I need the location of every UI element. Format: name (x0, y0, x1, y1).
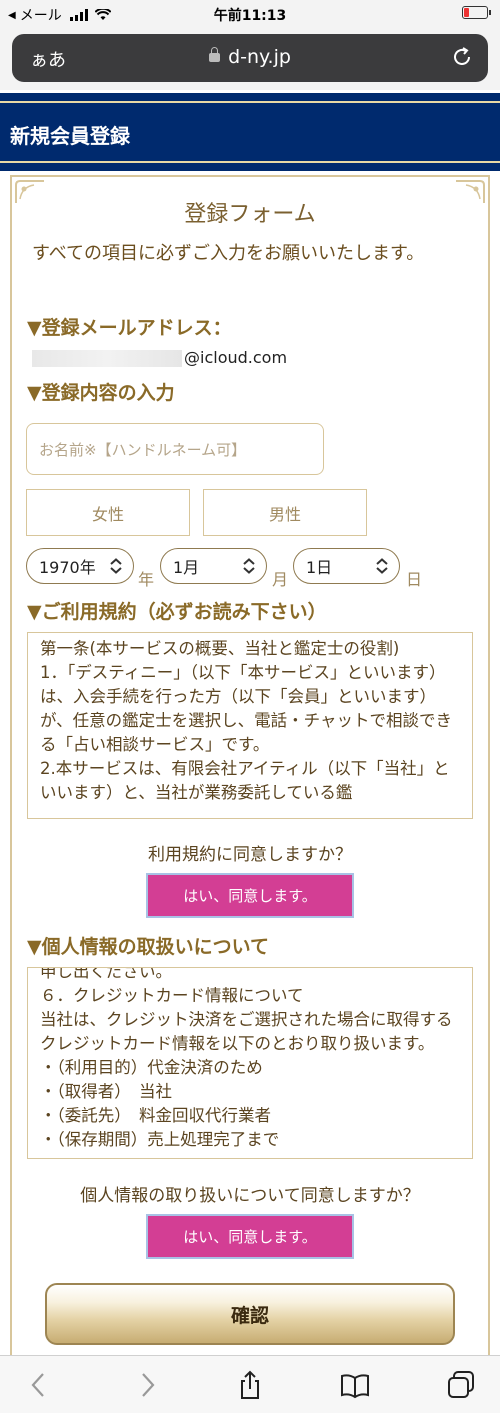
email-suffix: @icloud.com (184, 348, 288, 367)
privacy-line: ６．クレジットカード情報について (40, 986, 304, 1005)
terms-section-heading: ▼ご利用規約（必ずお読み下さい） (27, 601, 327, 623)
terms-agree-button[interactable]: はい、同意します。 (146, 873, 354, 918)
year-unit-label: 年 (138, 570, 155, 589)
reload-icon[interactable] (450, 45, 474, 69)
site-header: 新規会員登録 (0, 93, 500, 171)
month-unit-label: 月 (272, 570, 289, 589)
forward-icon[interactable] (132, 1370, 162, 1400)
select-chevron-icon (243, 558, 255, 574)
privacy-line: 申し出ください。 (40, 967, 172, 981)
privacy-textbox[interactable]: 申し出ください。 ６．クレジットカード情報について 当社は、クレジット決済をご選… (27, 967, 473, 1159)
privacy-line: ・（利用目的）代金決済のため (40, 1058, 263, 1077)
status-right (462, 6, 491, 19)
privacy-line: ・（保存期間）売上処理完了まで (40, 1130, 280, 1149)
email-section-heading: ▼登録メールアドレス： (27, 317, 232, 339)
battery-icon (462, 6, 491, 19)
select-chevron-icon (376, 558, 388, 574)
privacy-question: 個人情報の取り扱いについて同意しますか？ (80, 1186, 420, 1206)
header-stripe (0, 161, 500, 163)
terms-line: 1．「デスティニー」（以下「本サービス」といいます）は、入会手続を行った方（以下… (40, 663, 453, 754)
page-title: 新規会員登録 (10, 124, 130, 148)
address-bar[interactable]: ぁあ d-ny.jp (12, 34, 488, 82)
birth-month-select[interactable]: 1月 (160, 548, 267, 584)
form-title: 登録フォーム (184, 202, 316, 227)
url-display[interactable]: d-ny.jp (12, 46, 488, 68)
terms-textbox[interactable]: 第一条(本サービスの概要、当社と鑑定士の役割) 1．「デスティニー」（以下「本サ… (27, 632, 473, 819)
select-chevron-icon (110, 558, 122, 574)
registered-email: @icloud.com (32, 348, 287, 367)
terms-question: 利用規約に同意しますか？ (148, 845, 352, 865)
privacy-line: 当社は、クレジット決済をご選択された場合に取得するクレジットカード情報を以下のと… (40, 1010, 453, 1053)
name-input[interactable]: お名前※【ハンドルネーム可】 (26, 423, 324, 475)
header-stripe (0, 101, 500, 103)
status-bar: ◀ メール 午前11:13 (0, 0, 500, 28)
privacy-line: ・（取得者） 当社 (40, 1082, 172, 1101)
privacy-section-heading: ▼個人情報の取扱いについて (27, 936, 270, 958)
day-unit-label: 日 (406, 570, 423, 589)
browser-chrome: ぁあ d-ny.jp (0, 28, 500, 90)
birth-year-value: 1970年 (39, 558, 96, 577)
birth-month-value: 1月 (173, 558, 200, 577)
url-text: d-ny.jp (228, 46, 291, 68)
form-intro: すべての項目に必ずご入力をお願いいたします。 (32, 243, 425, 264)
privacy-line: ・（委託先） 料金回収代行業者 (40, 1106, 271, 1125)
input-section-heading: ▼登録内容の入力 (27, 382, 175, 404)
bookmarks-icon[interactable] (340, 1370, 370, 1400)
gender-male-button[interactable]: 男性 (203, 489, 367, 536)
back-icon[interactable] (24, 1370, 54, 1400)
browser-toolbar (0, 1355, 500, 1413)
lock-icon (209, 47, 221, 62)
terms-line: 第一条(本サービスの概要、当社と鑑定士の役割) (40, 639, 400, 658)
birth-day-value: 1日 (306, 558, 333, 577)
status-time: 午前11:13 (213, 8, 287, 24)
gender-female-button[interactable]: 女性 (26, 489, 190, 536)
tabs-icon[interactable] (446, 1370, 476, 1400)
birth-day-select[interactable]: 1日 (293, 548, 400, 584)
birth-year-select[interactable]: 1970年 (26, 548, 134, 584)
terms-line: 2.本サービスは、有限会社アイティル（以下「当社」といいます）と、当社が業務委託… (40, 759, 450, 802)
share-icon[interactable] (235, 1370, 265, 1400)
privacy-agree-button[interactable]: はい、同意します。 (146, 1214, 354, 1259)
email-redacted (32, 350, 182, 367)
confirm-button[interactable]: 確認 (45, 1283, 455, 1345)
